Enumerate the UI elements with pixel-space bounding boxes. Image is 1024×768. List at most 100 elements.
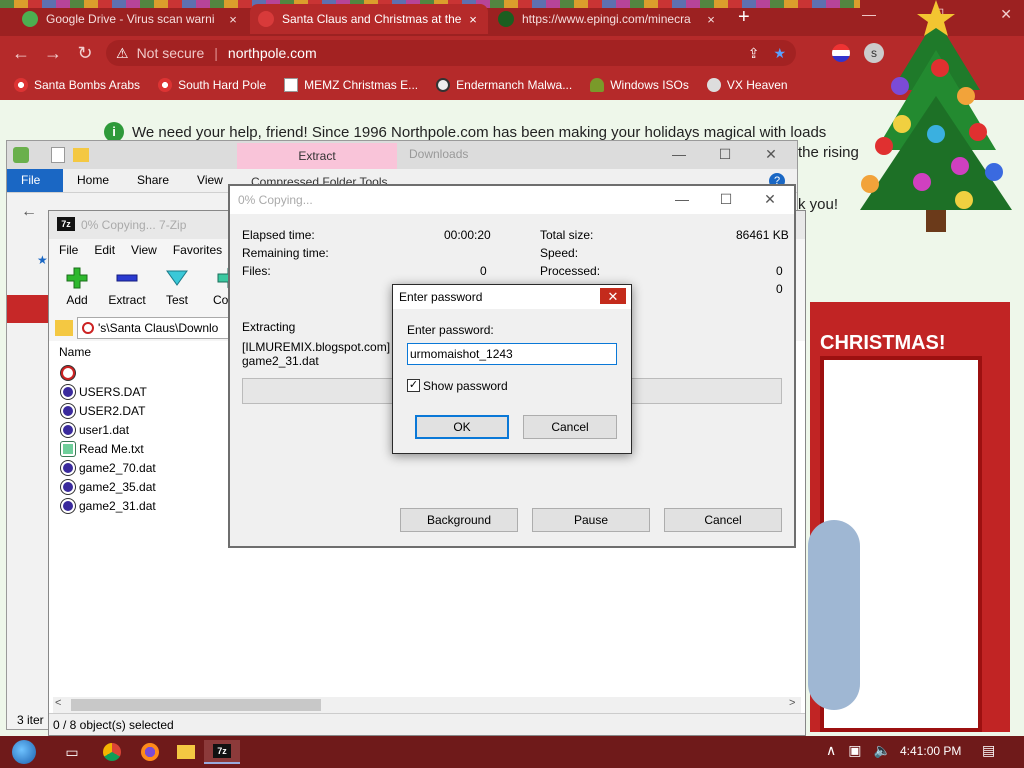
scroll-left-arrow[interactable]: < xyxy=(55,697,61,709)
file-name: Read Me.txt xyxy=(79,441,144,456)
tab-close-icon[interactable]: × xyxy=(466,12,480,27)
security-label: Not secure xyxy=(136,45,205,61)
test-button[interactable]: Test xyxy=(159,261,195,307)
tab-close-icon[interactable]: × xyxy=(704,12,718,27)
new-tab-button[interactable]: + xyxy=(738,6,750,29)
password-dialog-close-button[interactable]: ✕ xyxy=(599,287,627,305)
explorer-app-icon xyxy=(13,147,29,163)
list-item[interactable]: game2_31.dat xyxy=(61,496,156,515)
properties-icon[interactable] xyxy=(51,147,65,163)
bookmark-santa-bombs[interactable]: Santa Bombs Arabs xyxy=(14,78,140,92)
extension-flag-icon[interactable] xyxy=(832,44,850,62)
skull-icon xyxy=(706,78,721,92)
address-bar[interactable]: ⚠ Not secure | northpole.com ⇪ ★ xyxy=(106,40,796,66)
list-item[interactable]: Read Me.txt xyxy=(61,439,144,458)
chevron-up-icon[interactable]: ∧ xyxy=(826,742,836,759)
sevenzip-taskbar-icon[interactable]: 7z xyxy=(204,740,240,764)
bookmark-endermanch[interactable]: Endermanch Malwa... xyxy=(436,78,572,92)
task-view-icon[interactable]: ▭ xyxy=(54,740,90,764)
explorer-back-arrow-icon[interactable]: ← xyxy=(21,203,37,221)
santa-favicon-icon xyxy=(258,11,274,27)
bookmark-south-hard-pole[interactable]: South Hard Pole xyxy=(158,78,266,92)
test-check-icon xyxy=(166,270,188,286)
tab-epingi[interactable]: https://www.epingi.com/minecra × xyxy=(490,4,726,34)
cancel-copy-button[interactable]: Cancel xyxy=(664,508,782,532)
menu-edit[interactable]: Edit xyxy=(94,243,115,257)
show-password-checkbox[interactable]: ✓ xyxy=(407,379,420,392)
show-password-label[interactable]: Show password xyxy=(423,379,508,393)
url-text: northpole.com xyxy=(227,45,317,61)
explorer-item-count: 3 iter xyxy=(17,713,44,727)
ribbon-tab-home[interactable]: Home xyxy=(63,169,123,192)
warning-icon: ⚠ xyxy=(116,44,129,61)
column-header-name[interactable]: Name xyxy=(59,345,91,359)
explorer-minimize-button[interactable]: — xyxy=(659,141,699,167)
horizontal-scrollbar[interactable]: < > xyxy=(53,697,801,713)
sevenzip-path-input[interactable]: 's\Santa Claus\Downlo xyxy=(77,317,237,339)
menu-file[interactable]: File xyxy=(59,243,78,257)
tab-santa-claus[interactable]: Santa Claus and Christmas at the × xyxy=(250,4,488,34)
copy-dialog-minimize-button[interactable]: — xyxy=(662,186,702,212)
list-item[interactable]: game2_70.dat xyxy=(61,458,156,477)
firefox-taskbar-icon[interactable] xyxy=(132,740,168,764)
pause-button[interactable]: Pause xyxy=(532,508,650,532)
list-item[interactable]: user1.dat xyxy=(61,420,129,439)
extract-context-tab[interactable]: Extract xyxy=(237,143,397,169)
tab-close-icon[interactable]: × xyxy=(226,12,240,27)
password-dialog-title: Enter password xyxy=(399,290,483,304)
explorer-taskbar-icon[interactable] xyxy=(168,740,204,764)
explorer-close-button[interactable]: ✕ xyxy=(751,141,791,167)
ok-button[interactable]: OK xyxy=(415,415,509,439)
bookmark-windows-isos[interactable]: Windows ISOs xyxy=(590,78,689,92)
tab-google-drive[interactable]: Google Drive - Virus scan warni × xyxy=(14,4,248,34)
menu-view[interactable]: View xyxy=(131,243,157,257)
list-item[interactable]: USER2.DAT xyxy=(61,401,145,420)
plus-icon xyxy=(66,267,88,289)
forward-arrow-icon[interactable]: → xyxy=(42,42,64,64)
explorer-title-bar: Extract Downloads — ☐ ✕ xyxy=(7,141,797,169)
cancel-button[interactable]: Cancel xyxy=(523,415,617,439)
explorer-maximize-button[interactable]: ☐ xyxy=(705,141,745,167)
sevenzip-logo-icon: 7z xyxy=(213,744,231,758)
processed-label: Processed: xyxy=(540,264,601,278)
tab-label: Google Drive - Virus scan warni xyxy=(46,12,215,26)
system-tray: ∧ ▣ 🔈 xyxy=(826,742,891,759)
copy-dialog-maximize-button[interactable]: ☐ xyxy=(706,186,746,212)
ribbon-tab-file[interactable]: File xyxy=(7,169,63,192)
up-folder-icon[interactable] xyxy=(55,320,73,336)
menu-favorites[interactable]: Favorites xyxy=(173,243,222,257)
scrollbar-thumb[interactable] xyxy=(71,699,321,711)
reload-icon[interactable]: ↻ xyxy=(74,42,96,64)
extract-button[interactable]: Extract xyxy=(108,261,146,307)
file-name: game2_70.dat xyxy=(79,460,156,475)
nav-pane-selected-item[interactable] xyxy=(7,295,49,323)
folder-icon[interactable] xyxy=(73,148,89,162)
ribbon-tab-share[interactable]: Share xyxy=(123,169,183,192)
copy-dialog-close-button[interactable]: ✕ xyxy=(750,186,790,212)
share-icon[interactable]: ⇪ xyxy=(748,45,760,62)
list-item[interactable]: USERS.DAT xyxy=(61,382,147,401)
bookmark-memz[interactable]: MEMZ Christmas E... xyxy=(284,78,418,92)
password-prompt-label: Enter password: xyxy=(407,323,494,337)
scroll-right-arrow[interactable]: > xyxy=(789,697,795,709)
list-item[interactable] xyxy=(61,363,79,382)
network-icon[interactable]: ▣ xyxy=(848,742,861,759)
chrome-taskbar-icon[interactable] xyxy=(94,740,130,764)
password-input[interactable] xyxy=(407,343,617,365)
start-button[interactable] xyxy=(6,740,42,764)
volume-icon[interactable]: 🔈 xyxy=(873,742,890,759)
google-drive-icon xyxy=(22,11,38,27)
back-arrow-icon[interactable]: ← xyxy=(10,42,32,64)
notice-text: We need your help, friend! Since 1996 No… xyxy=(132,123,827,141)
sevenzip-logo-icon: 7z xyxy=(57,217,75,231)
list-item[interactable]: game2_35.dat xyxy=(61,477,156,496)
add-button[interactable]: Add xyxy=(59,261,95,307)
notifications-icon[interactable]: ▤ xyxy=(982,742,995,759)
bookmark-star-icon[interactable]: ★ xyxy=(773,45,786,62)
file-name: game2_31.dat xyxy=(79,498,156,513)
background-button[interactable]: Background xyxy=(400,508,518,532)
total-size-value: 86461 KB xyxy=(736,228,789,242)
taskbar-clock[interactable]: 4:41:00 PM xyxy=(900,744,961,758)
bookmark-vx-heaven[interactable]: VX Heaven xyxy=(706,78,788,92)
elapsed-time-value: 00:00:20 xyxy=(444,228,491,242)
